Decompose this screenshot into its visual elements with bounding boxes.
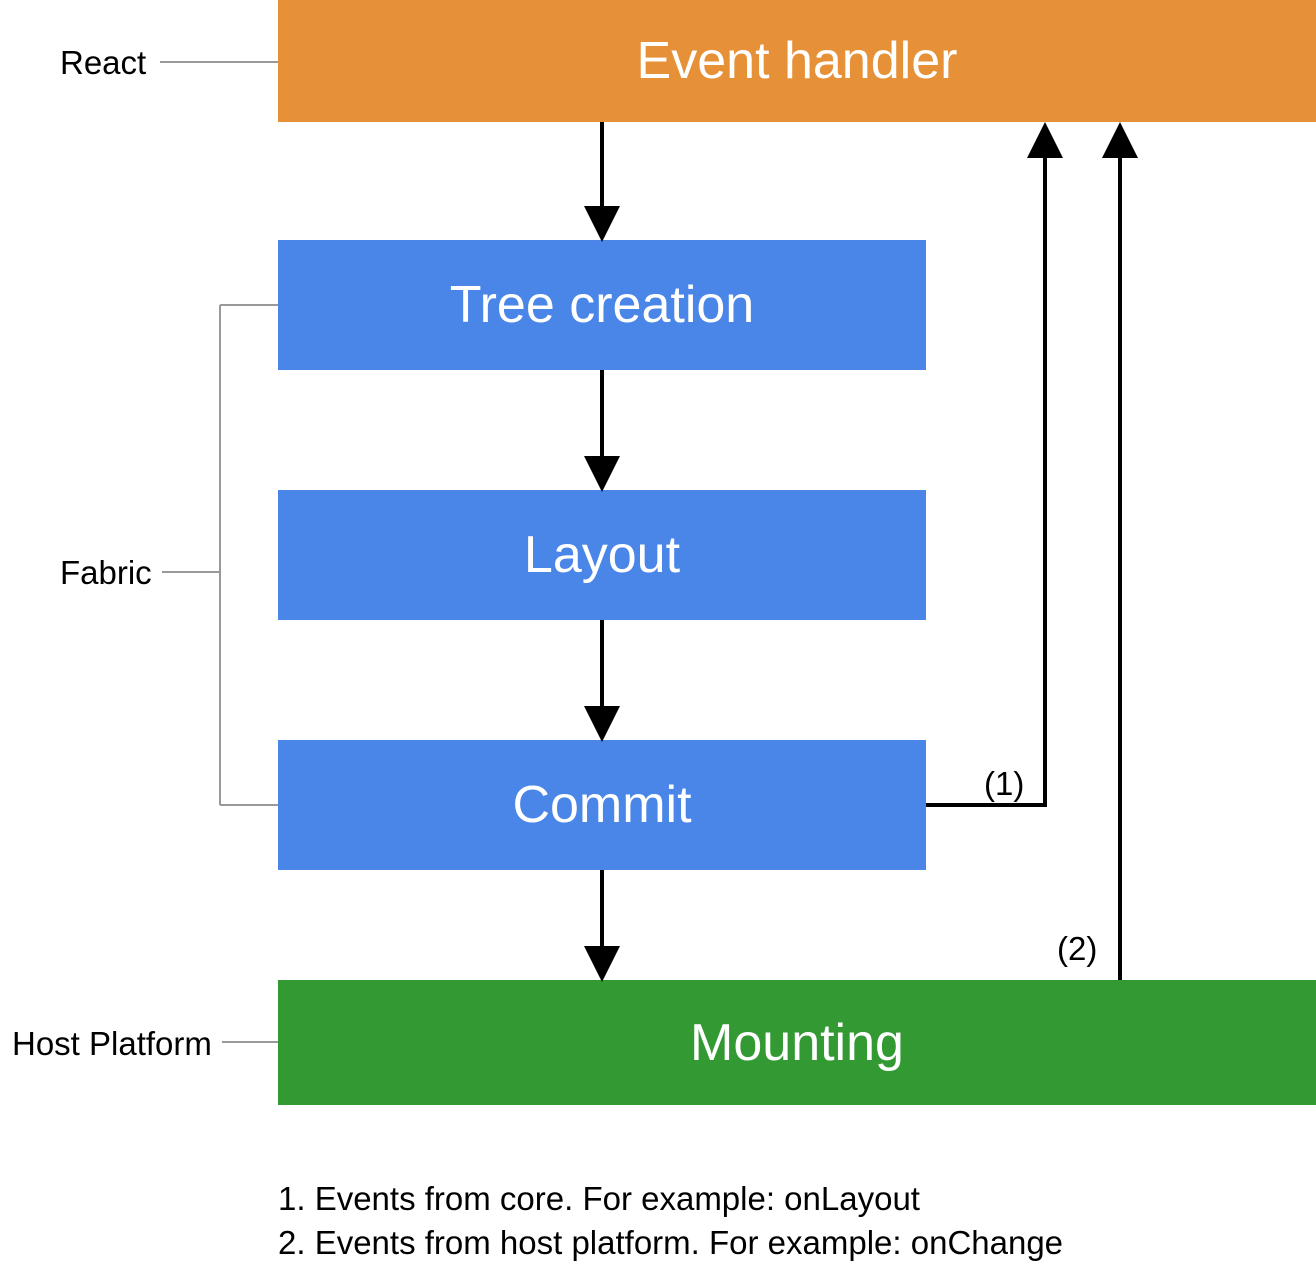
box-commit: Commit [278, 740, 926, 870]
annotation-1: (1) [984, 765, 1024, 803]
annotation-2: (2) [1057, 930, 1097, 968]
box-layout: Layout [278, 490, 926, 620]
label-react: React [60, 44, 146, 82]
label-fabric: Fabric [60, 554, 152, 592]
note-1: 1. Events from core. For example: onLayo… [278, 1180, 920, 1218]
note-2: 2. Events from host platform. For exampl… [278, 1224, 1063, 1262]
label-host-platform: Host Platform [12, 1025, 212, 1063]
box-mounting: Mounting [278, 980, 1316, 1105]
box-tree-creation: Tree creation [278, 240, 926, 370]
box-event-handler: Event handler [278, 0, 1316, 122]
